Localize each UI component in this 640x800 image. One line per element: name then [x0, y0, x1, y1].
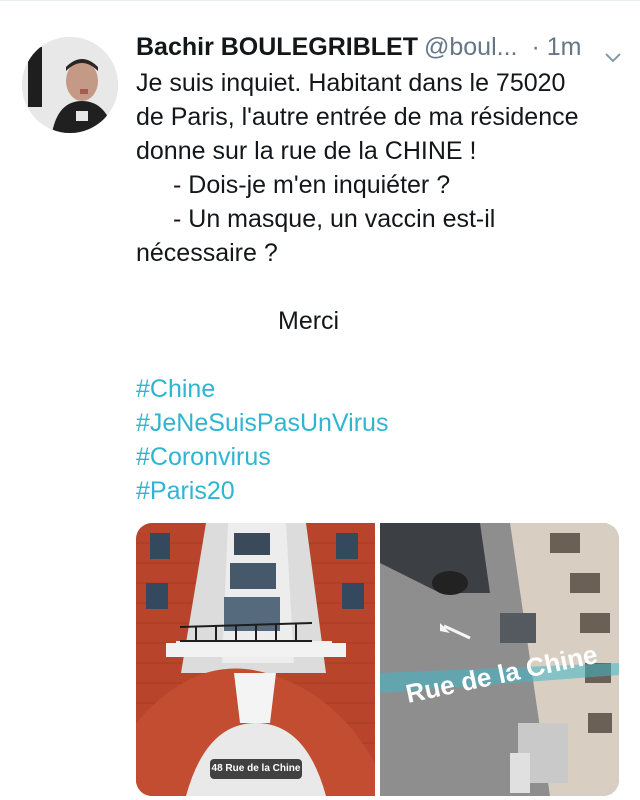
street-image: Rue de la Chine [380, 523, 619, 796]
photo-street[interactable]: Rue de la Chine [380, 523, 619, 796]
tweet-line: - Dois-je m'en inquiéter ? [173, 171, 451, 199]
tweet-media: 48 Rue de la Chine Rue de la Chine [136, 523, 619, 796]
building-image [136, 523, 375, 796]
tweet-text: Je suis inquiet. Habitant dans le 75020 … [136, 66, 616, 508]
hashtag-link[interactable]: #JeNeSuisPasUnVirus [136, 406, 616, 440]
tweet-header: Bachir BOULEGRIBLET @boul... · 1m [136, 30, 626, 64]
chevron-down-icon[interactable] [604, 40, 622, 63]
tweet-time[interactable]: · 1m [531, 30, 581, 64]
avatar[interactable] [22, 37, 118, 133]
tweet-line: donne sur la rue de la CHINE ! [136, 137, 477, 165]
avatar-photo [22, 37, 118, 133]
tweet-line: Je suis inquiet. Habitant dans le 75020 [136, 69, 566, 97]
top-divider [0, 0, 640, 1]
tweet-line: Merci [278, 307, 340, 335]
author-name[interactable]: Bachir BOULEGRIBLET [136, 30, 418, 64]
photo-caption: 48 Rue de la Chine [210, 759, 302, 779]
hashtag-link[interactable]: #Paris20 [136, 474, 616, 508]
tweet-line: de Paris, l'autre entrée de ma résidence [136, 103, 579, 131]
author-handle[interactable]: @boul... [424, 30, 517, 64]
hashtag-link[interactable]: #Coronvirus [136, 440, 616, 474]
tweet-line: - Un masque, un vaccin est-il [173, 205, 496, 233]
hashtag-link[interactable]: #Chine [136, 372, 616, 406]
tweet-line: nécessaire ? [136, 239, 278, 267]
photo-building[interactable]: 48 Rue de la Chine [136, 523, 375, 796]
